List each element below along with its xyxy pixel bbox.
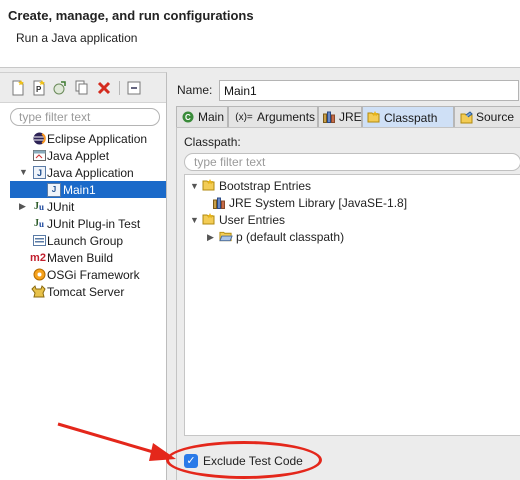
eclipse-icon: [32, 132, 46, 146]
name-label: Name:: [177, 83, 213, 97]
junit-plugin-icon: Ju: [33, 218, 44, 229]
duplicate-config-icon[interactable]: [74, 80, 90, 96]
tree-item-label: Main1: [63, 182, 96, 197]
tree-item-maven-build[interactable]: m2 Maven Build: [0, 249, 166, 266]
config-toolbar: P: [0, 73, 166, 103]
configuration-editor-panel: Name: C Main (x)= Arguments JRE Classpat…: [170, 72, 520, 480]
tree-item-java-application[interactable]: ▼ J Java Application: [0, 164, 166, 181]
svg-text:J: J: [37, 168, 42, 178]
tab-classpath[interactable]: Classpath: [362, 106, 454, 128]
main-tab-icon: C: [181, 110, 195, 124]
tree-item-junit[interactable]: ▶ Ju JUnit: [0, 198, 166, 215]
tree-item-label: Launch Group: [47, 233, 124, 248]
new-config-icon[interactable]: [10, 80, 26, 96]
java-class-icon: J: [47, 182, 61, 197]
classpath-entry-default[interactable]: ▶ p (default classpath): [207, 228, 344, 245]
entry-label: Bootstrap Entries: [219, 178, 312, 193]
svg-text:C: C: [185, 113, 191, 122]
applet-icon: [32, 149, 46, 163]
tree-item-osgi-framework[interactable]: OSGi Framework: [0, 266, 166, 283]
tab-source[interactable]: Source: [454, 106, 520, 127]
java-app-icon: J: [32, 166, 46, 180]
tree-item-label: Java Applet: [47, 148, 110, 163]
tree-item-label: Maven Build: [47, 250, 114, 265]
maven-icon: m2: [30, 251, 46, 264]
classpath-tree: ▼ Bootstrap Entries JRE System Library […: [184, 174, 520, 436]
entry-label: User Entries: [219, 212, 286, 227]
expanded-twisty-icon[interactable]: ▼: [190, 181, 199, 190]
dialog-title: Create, manage, and run configurations: [8, 8, 254, 23]
tab-arguments[interactable]: (x)= Arguments: [228, 106, 318, 127]
configuration-list-panel: P Eclipse Application Java Applet ▼ J Ja…: [0, 72, 167, 480]
tree-item-launch-group[interactable]: Launch Group: [0, 232, 166, 249]
classpath-entry-jre-library[interactable]: JRE System Library [JavaSE-1.8]: [212, 194, 407, 211]
library-icon: [212, 196, 226, 210]
source-icon: [459, 110, 473, 124]
osgi-icon: [32, 268, 46, 282]
tab-label: JRE: [339, 110, 362, 124]
bootstrap-entries-icon: [202, 179, 216, 193]
tab-label: Source: [476, 110, 515, 124]
tree-item-label: Eclipse Application: [47, 131, 148, 146]
tab-main[interactable]: C Main: [176, 106, 228, 127]
dialog-header: Create, manage, and run configurations R…: [0, 0, 520, 68]
export-config-icon[interactable]: [52, 80, 68, 96]
launch-group-icon: [32, 234, 46, 248]
config-filter-input[interactable]: [10, 108, 160, 126]
tab-label: Classpath: [384, 110, 438, 125]
tree-item-label: Tomcat Server: [47, 284, 125, 299]
collapsed-twisty-icon[interactable]: ▶: [207, 232, 215, 241]
classpath-entry-user[interactable]: ▼ User Entries: [190, 211, 285, 228]
classpath-label: Classpath:: [184, 135, 241, 149]
entry-label: p (default classpath): [236, 229, 345, 244]
tab-label: Main: [198, 110, 225, 124]
config-tabs: C Main (x)= Arguments JRE Classpath Sour…: [176, 106, 520, 128]
expanded-twisty-icon[interactable]: ▼: [190, 215, 199, 224]
tree-item-label: JUnit Plug-in Test: [47, 216, 141, 231]
collapse-all-icon[interactable]: [126, 80, 142, 96]
config-name-input[interactable]: [219, 80, 519, 101]
arguments-icon: (x)=: [235, 111, 253, 123]
junit-icon: Ju: [33, 201, 44, 212]
tree-item-junit-plugin-test[interactable]: Ju JUnit Plug-in Test: [0, 215, 166, 232]
tree-item-main1[interactable]: J Main1: [10, 181, 166, 198]
expanded-twisty-icon[interactable]: ▼: [19, 168, 28, 177]
collapsed-twisty-icon[interactable]: ▶: [19, 202, 27, 211]
tree-item-label: Java Application: [47, 165, 134, 180]
delete-config-icon[interactable]: [96, 80, 112, 96]
tree-item-tomcat-server[interactable]: Tomcat Server: [0, 283, 166, 300]
tab-jre[interactable]: JRE: [318, 106, 362, 127]
jre-icon: [323, 110, 336, 124]
classpath-filter-input[interactable]: [184, 153, 520, 171]
dialog-subtitle: Run a Java application: [16, 31, 138, 45]
highlight-ellipse: [166, 441, 322, 479]
classpath-icon: [367, 111, 381, 125]
svg-text:P: P: [36, 85, 42, 94]
user-entries-icon: [202, 213, 216, 227]
tree-item-java-applet[interactable]: Java Applet: [0, 147, 166, 164]
classpath-entry-bootstrap[interactable]: ▼ Bootstrap Entries: [190, 177, 311, 194]
tree-item-eclipse-application[interactable]: Eclipse Application: [0, 130, 166, 147]
classpath-tab-content: Classpath: ▼ Bootstrap Entries JRE Syste…: [176, 127, 520, 480]
tomcat-icon: [31, 285, 46, 299]
tree-item-label: JUnit: [47, 199, 75, 214]
new-prototype-icon[interactable]: P: [31, 80, 47, 96]
tab-label: Arguments: [257, 110, 316, 124]
tree-item-label: OSGi Framework: [47, 267, 140, 282]
toolbar-separator: [119, 81, 120, 95]
entry-label: JRE System Library [JavaSE-1.8]: [229, 195, 408, 210]
project-folder-icon: [219, 230, 233, 244]
